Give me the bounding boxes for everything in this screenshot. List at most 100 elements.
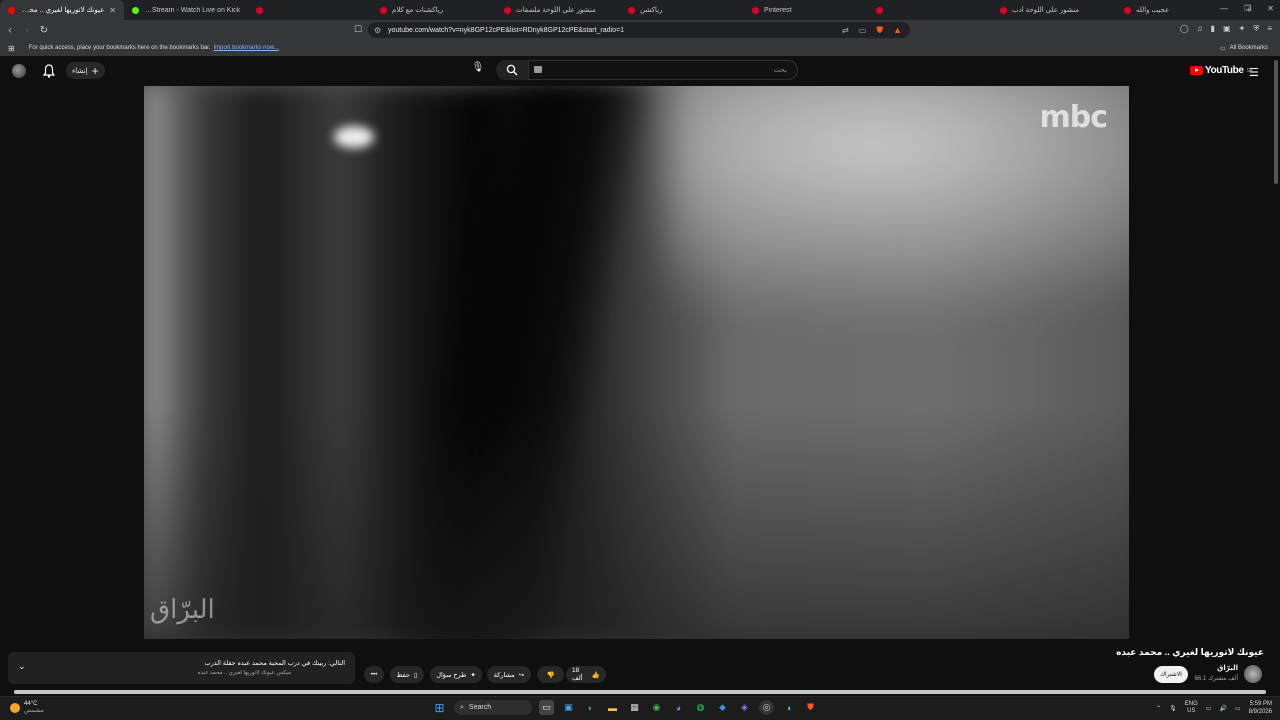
browser-tab[interactable]: رياكشن [620,0,744,20]
vscode-icon[interactable]: ◆ [715,700,730,715]
whatsapp-icon[interactable]: ◍ [693,700,708,715]
search-input[interactable]: بحث [528,60,798,80]
more-actions-button[interactable]: ••• [364,666,384,683]
save-label: حفظ [396,671,410,679]
network-icon[interactable]: ▭ [1206,705,1212,712]
cast-icon[interactable]: ▭ [859,26,867,35]
leo-icon[interactable]: ✦ [1239,24,1246,34]
taskbar-apps: ⊞ ⌕ Search ▭ ▣ ◐ ▬ ▦ ◉ ◕ ◍ ◆ ◈ ◎ ◑ ⛊ [432,700,818,715]
youtube-logo[interactable]: YouTube SA [1190,65,1253,76]
steam-icon[interactable]: ◑ [781,700,796,715]
dislike-button[interactable]: 👎 [537,666,564,683]
music-icon[interactable]: ♫ [1197,24,1203,34]
close-window-icon[interactable]: ✕ [1267,4,1274,13]
obs-icon[interactable]: ◎ [759,700,774,715]
window-controls: — ❐ ✕ [1220,4,1274,13]
volume-icon[interactable]: 🔊 [1219,705,1226,712]
edge-icon[interactable]: ◐ [583,700,598,715]
windows-start-icon[interactable]: ⊞ [432,700,447,715]
guide-menu-icon[interactable]: ☰ [1249,66,1259,79]
avatar[interactable] [12,64,26,78]
task-view-icon[interactable]: ▭ [539,700,554,715]
like-button[interactable]: 18 ألف 👍 [566,666,606,683]
browser-tab[interactable]: منشور على اللوحة ملصقات [496,0,620,20]
vpn-icon[interactable]: ⛨ [1253,24,1259,34]
share-button[interactable]: مشاركة ↪ [487,666,531,683]
browser-tab[interactable] [868,0,992,20]
vertical-scrollbar[interactable] [1274,60,1278,184]
widgets-icon[interactable]: ▣ [561,700,576,715]
url-text: youtube.com/watch?v=nyk8GP12cPE&list=RDn… [388,26,624,34]
ask-button[interactable]: طرح سؤال ✦ [430,666,482,683]
store-icon[interactable]: ▦ [627,700,642,715]
tab-favicon-icon [1000,6,1007,14]
all-bookmarks-button[interactable]: ▭ All Bookmarks [1220,45,1268,52]
brave-shield-icon[interactable]: ⛊ [876,25,883,36]
address-bar[interactable]: ⚙ youtube.com/watch?v=nyk8GP12cPE&list=R… [368,22,910,38]
restore-icon[interactable]: ❐ [1244,4,1251,13]
apps-icon[interactable]: ⊞ [8,44,15,53]
voice-search-icon[interactable]: 🎙 [470,62,486,78]
horizontal-scrollbar[interactable] [14,690,1266,694]
clock[interactable]: 5:59 PM 8/9/2026 [1249,700,1272,716]
video-meta: عيونك لاتوريها لغيري .. محمد عبده البرّا… [0,645,1280,690]
battery-icon[interactable]: ▭ [1235,705,1241,712]
tab-favicon-icon [504,6,511,14]
translate-icon[interactable]: ⇄ [842,26,849,35]
minimize-icon[interactable]: — [1220,4,1228,13]
next-up-text: التالي: ربيتك في درب المحبة محمد عبده حف… [204,660,346,667]
notifications-icon[interactable] [43,64,55,78]
brave-rewards-icon[interactable]: ▲ [893,25,902,35]
share-icon: ↪ [518,671,525,679]
chevron-up-icon[interactable]: ⌃ [1156,705,1161,712]
site-info-icon[interactable]: ⚙ [374,26,381,35]
subscribe-button[interactable]: الاشتراك [1154,666,1188,683]
channel-logo-overlay: mbc [1039,100,1108,135]
microphone-icon[interactable]: 🎙 [1169,705,1177,712]
create-button[interactable]: إنشاء + [66,62,105,79]
wallet-icon[interactable]: ▣ [1223,24,1231,34]
menu-icon[interactable]: ≡ [1267,24,1272,34]
browser-tab[interactable] [248,0,372,20]
forward-icon[interactable]: › [20,25,34,36]
extension-icon[interactable]: ◯ [1180,24,1189,34]
more-icon: ••• [370,671,378,678]
bookmarks-hint: For quick access, place your bookmarks h… [28,45,211,51]
browser-tab[interactable]: عيونك لاتوريها لغيري .. محمد عبده ✕ [0,0,124,20]
keyboard-icon[interactable] [534,66,542,73]
taskbar-search[interactable]: ⌕ Search [454,700,532,715]
close-tab-icon[interactable]: ✕ [109,6,116,15]
search-button[interactable] [496,60,528,80]
weather-widget[interactable]: 44°C مشمس [10,701,44,715]
playlist-queue[interactable]: ⌄ التالي: ربيتك في درب المحبة محمد عبده … [8,652,355,684]
bookmark-icon[interactable]: ☐ [354,24,362,35]
video-player[interactable]: mbc البرّاق [144,86,1129,639]
tab-favicon-icon [380,6,387,14]
folder-icon: ▭ [1219,45,1226,52]
sidebar-icon[interactable]: ▮ [1211,24,1215,34]
channel-name[interactable]: البرّاق [1217,664,1238,672]
import-bookmarks-link[interactable]: Import bookmarks now... [213,45,278,51]
browser-tab[interactable]: رياكشنات مع كلام [372,0,496,20]
file-explorer-icon[interactable]: ▬ [605,700,620,715]
brave-icon[interactable]: ⛊ [803,700,818,715]
channel-avatar[interactable] [1244,665,1262,683]
playlist-title: ميكس عيونك لاتوريها لغيري .. محمد عبده [197,670,291,676]
browser-tab[interactable]: Pinterest [744,0,868,20]
youtube-play-icon [1190,66,1203,75]
language-indicator[interactable]: ENG US [1185,701,1198,715]
app-icon[interactable]: ◈ [737,700,752,715]
chrome-icon[interactable]: ◉ [649,700,664,715]
toolbar: ‹ › ↻ ⚙ youtube.com/watch?v=nyk8GP12cPE&… [0,20,1280,40]
browser-tab[interactable]: منشور على اللوحة أدب [992,0,1116,20]
chevron-down-icon[interactable]: ⌄ [18,661,26,672]
discord-icon[interactable]: ◕ [671,700,686,715]
reload-icon[interactable]: ↻ [37,25,51,36]
browser-tab[interactable]: aboormie7 Stream - Watch Live on Kick [124,0,248,20]
back-icon[interactable]: ‹ [3,25,17,36]
tab-title: Pinterest [764,6,792,14]
save-button[interactable]: حفظ ▯ [390,666,424,683]
search-placeholder: بحث [773,67,787,74]
video-title: عيونك لاتوريها لغيري .. محمد عبده [1116,647,1264,657]
plus-icon: + [91,63,99,78]
